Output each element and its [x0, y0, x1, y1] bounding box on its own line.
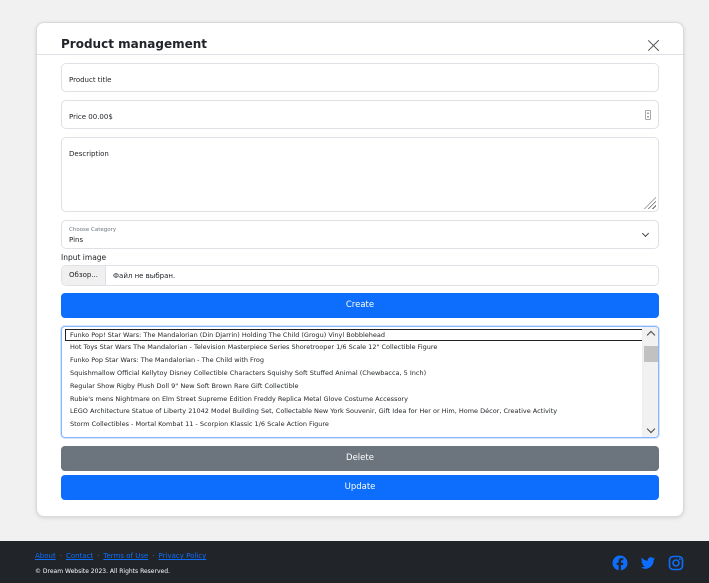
resize-handle-icon[interactable]: [644, 197, 656, 209]
delete-button[interactable]: Delete: [61, 446, 659, 471]
link-separator: ·: [97, 552, 100, 560]
description-textarea[interactable]: Description: [61, 137, 659, 212]
category-select[interactable]: Choose Category Pins: [61, 220, 659, 249]
price-input[interactable]: Price 00.00$: [61, 100, 659, 129]
file-status: Файл не выбран.: [113, 272, 176, 280]
create-button[interactable]: Create: [61, 293, 659, 318]
chevron-down-icon: [641, 229, 650, 238]
modal-title: Product management: [61, 37, 208, 51]
footer-link-terms[interactable]: Terms of Use: [103, 552, 148, 560]
copyright-text: © Dream Website 2023. All Rights Reserve…: [35, 568, 170, 575]
twitter-icon[interactable]: [640, 555, 656, 571]
description-placeholder: Description: [69, 150, 109, 158]
link-separator: ·: [152, 552, 155, 560]
product-listbox[interactable]: Funko Pop! Star Wars: The Mandalorian (D…: [61, 326, 659, 438]
product-management-modal: Product management Product title Price 0…: [36, 22, 684, 517]
product-title-placeholder: Product title: [69, 76, 112, 84]
list-item[interactable]: Rubie's mens Nightmare on Elm Street Sup…: [62, 393, 642, 406]
list-scrollbar[interactable]: [642, 327, 658, 437]
scroll-thumb[interactable]: [644, 346, 658, 362]
facebook-icon[interactable]: [612, 555, 628, 571]
file-input[interactable]: Обзор... Файл не выбран.: [61, 265, 659, 286]
close-icon[interactable]: [647, 39, 661, 53]
footer-links: About · Contact · Terms of Use · Privacy Polic…: [35, 552, 210, 560]
scroll-down-icon[interactable]: [646, 424, 656, 434]
number-spinner-icon[interactable]: [645, 110, 651, 120]
footer-link-privacy[interactable]: Privacy Policy: [159, 552, 207, 560]
category-value: Pins: [69, 236, 84, 244]
footer-link-about[interactable]: About: [35, 552, 56, 560]
list-item[interactable]: LEGO Architecture Statue of Liberty 2104…: [62, 405, 642, 418]
update-button[interactable]: Update: [61, 475, 659, 500]
list-item[interactable]: Funko Pop Star Wars: The Mandalorian - T…: [62, 354, 642, 367]
input-image-label: Input image: [61, 253, 107, 262]
product-list: Funko Pop! Star Wars: The Mandalorian (D…: [62, 327, 642, 431]
site-footer: About · Contact · Terms of Use · Privacy Polic…: [0, 541, 709, 583]
list-item[interactable]: Squishmallow Official Kellytoy Disney Co…: [62, 367, 642, 380]
product-title-input[interactable]: Product title: [61, 63, 659, 92]
list-item[interactable]: Storm Collectibles - Mortal Kombat 11 - …: [62, 418, 642, 431]
modal-header: Product management: [37, 23, 683, 55]
link-separator: ·: [59, 552, 62, 560]
instagram-icon[interactable]: [668, 555, 684, 571]
list-item[interactable]: Regular Show Rigby Plush Doll 9" New Sof…: [62, 380, 642, 393]
scroll-up-icon[interactable]: [646, 330, 656, 340]
list-item[interactable]: Hot Toys Star Wars The Mandalorian - Tel…: [62, 341, 642, 354]
category-label: Choose Category: [69, 227, 117, 233]
price-placeholder: Price 00.00$: [69, 113, 113, 121]
footer-link-contact[interactable]: Contact: [66, 552, 93, 560]
list-item[interactable]: Funko Pop! Star Wars: The Mandalorian (D…: [65, 329, 642, 341]
browse-button[interactable]: Обзор...: [62, 266, 106, 285]
